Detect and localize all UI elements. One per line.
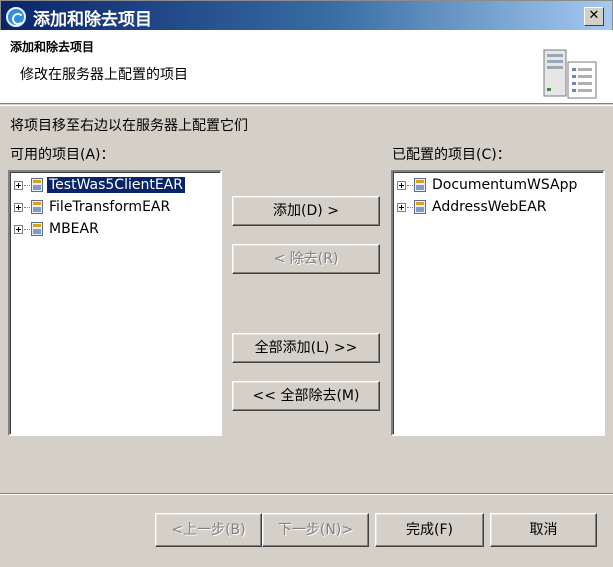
ear-project-icon (31, 200, 43, 214)
expand-icon[interactable] (397, 202, 406, 212)
expand-icon[interactable] (14, 202, 23, 212)
tree-item-label: MBEAR (49, 221, 99, 237)
tree-item-label: FileTransformEAR (49, 199, 171, 215)
tree-item-label: DocumentumWSApp (432, 177, 578, 193)
tree-item-configured[interactable]: AddressWebEAR (397, 197, 548, 217)
dialog-window: 添加和除去项目 ✕ 添加和除去项目 修改在服务器上配置的项目 将项目移至右边以在… (0, 0, 613, 567)
ear-project-icon (414, 178, 426, 192)
expand-icon[interactable] (14, 224, 23, 234)
close-button[interactable]: ✕ (584, 7, 604, 26)
window-title: 添加和除去项目 (33, 10, 152, 30)
tree-item-configured[interactable]: DocumentumWSApp (397, 175, 579, 195)
tree-item-available[interactable]: TestWas5ClientEAR (14, 175, 186, 195)
configured-items-label: 已配置的项目(C)： (392, 147, 511, 163)
add-all-button[interactable]: 全部添加(L) >> (232, 333, 380, 363)
instruction-text: 将项目移至右边以在服务器上配置它们 (10, 118, 248, 134)
header-title: 添加和除去项目 (10, 40, 95, 54)
wizard-header: 添加和除去项目 修改在服务器上配置的项目 (0, 30, 613, 104)
expand-icon[interactable] (14, 180, 23, 190)
tree-item-label: TestWas5ClientEAR (46, 176, 186, 194)
remove-button[interactable]: < 除去(R) (232, 244, 380, 274)
title-bar[interactable]: 添加和除去项目 ✕ (0, 0, 613, 30)
cancel-button[interactable]: 取消 (490, 513, 597, 547)
ear-project-icon (31, 178, 43, 192)
server-config-icon (543, 49, 597, 99)
header-separator (0, 105, 613, 106)
ear-project-icon (414, 200, 426, 214)
eclipse-app-icon (6, 7, 26, 27)
next-button[interactable]: 下一步(N)> (262, 513, 369, 547)
expand-icon[interactable] (397, 180, 406, 190)
available-items-label: 可用的项目(A)： (10, 147, 115, 163)
add-button[interactable]: 添加(D) > (232, 196, 380, 226)
ear-project-icon (31, 222, 43, 236)
configured-items-list[interactable]: DocumentumWSApp AddressWebEAR (391, 170, 605, 436)
tree-item-available[interactable]: MBEAR (14, 219, 101, 239)
tree-item-available[interactable]: FileTransformEAR (14, 197, 172, 217)
back-button[interactable]: <上一步(B) (155, 513, 262, 547)
header-description: 修改在服务器上配置的项目 (20, 67, 188, 83)
remove-all-button[interactable]: << 全部除去(M) (232, 381, 380, 411)
tree-item-label: AddressWebEAR (432, 199, 547, 215)
finish-button[interactable]: 完成(F) (375, 513, 484, 547)
available-items-list[interactable]: TestWas5ClientEAR FileTransformEAR MBEAR (8, 170, 222, 436)
